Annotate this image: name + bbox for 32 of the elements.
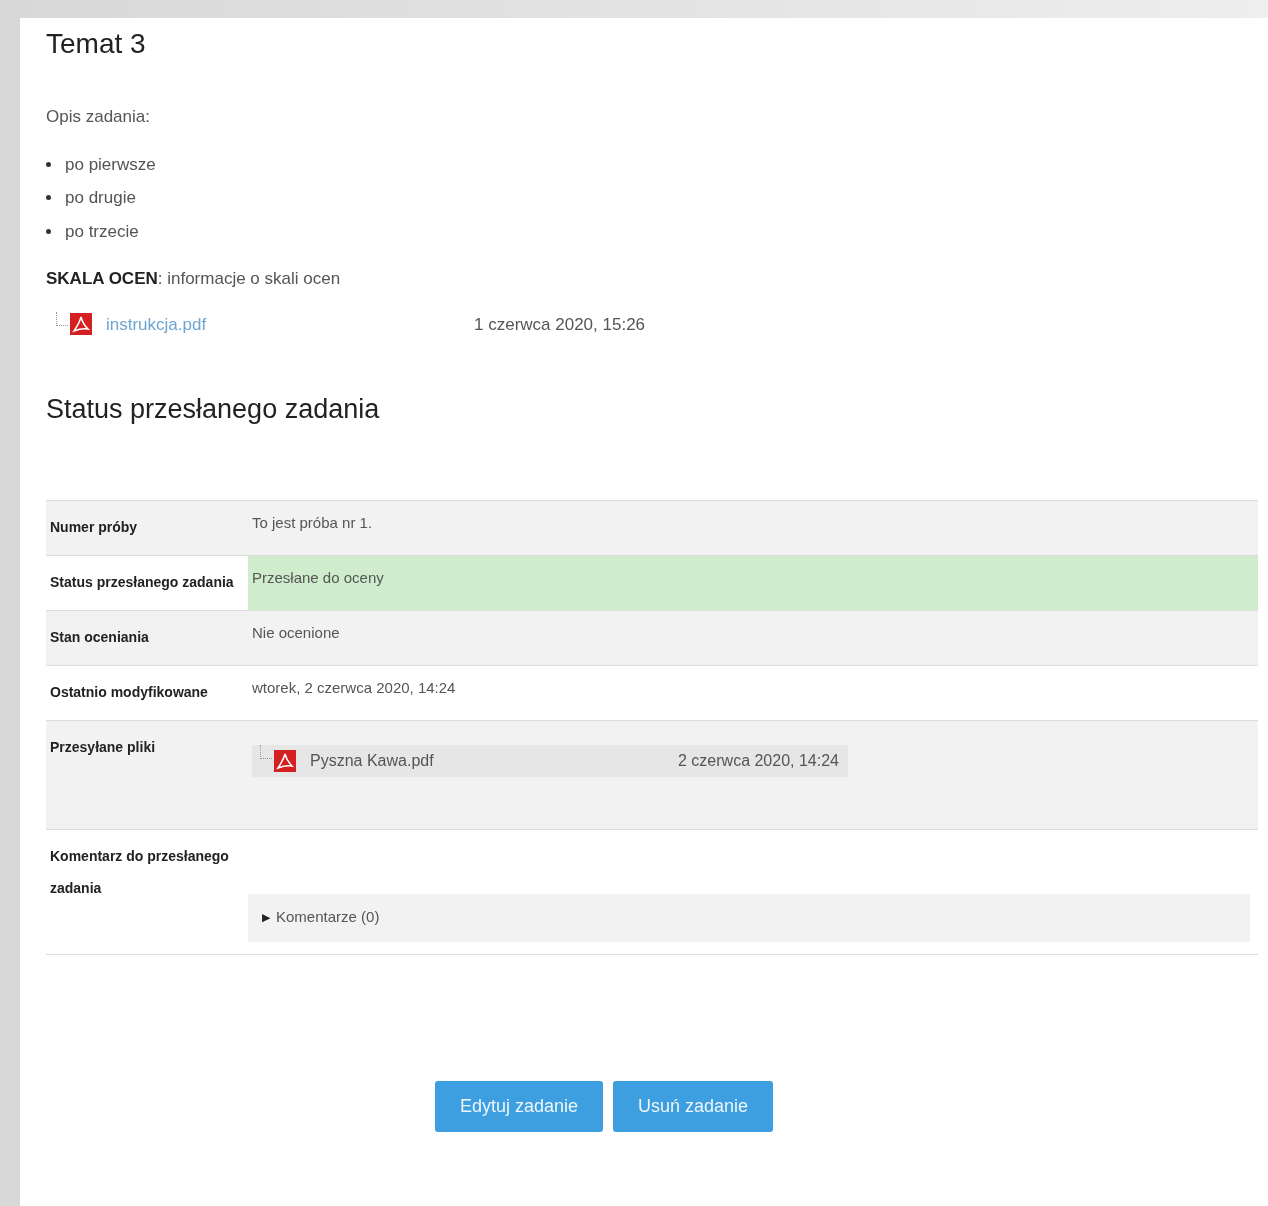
row-value: Nie ocenione bbox=[251, 622, 341, 643]
section-heading: Status przesłanego zadania bbox=[46, 393, 381, 426]
page-title: Temat 3 bbox=[46, 27, 147, 58]
action-button[interactable]: Usuń zadanie bbox=[613, 1080, 774, 1132]
bullet-icon bbox=[46, 228, 51, 234]
file-date: 2 czerwca 2020, 14:24 bbox=[678, 750, 839, 771]
row-label: Numer próby bbox=[49, 517, 139, 537]
file-link[interactable]: instrukcja.pdf bbox=[106, 311, 474, 337]
comments-toggle[interactable]: ▶ Komentarze (0) bbox=[248, 893, 1250, 942]
list-item-text: po pierwsze bbox=[65, 153, 156, 176]
row-label: Stan oceniania bbox=[49, 627, 150, 647]
row-label: Komentarz do przesłanego zadania bbox=[49, 846, 230, 898]
grading-scale-text: SKALA OCEN: informacje o skali ocen bbox=[46, 268, 342, 290]
tree-connector-line bbox=[260, 744, 272, 759]
list-item-text: po drugie bbox=[65, 187, 136, 209]
pdf-file-icon bbox=[274, 749, 296, 772]
tree-connector-line bbox=[56, 311, 68, 326]
row-value: wtorek, 2 czerwca 2020, 14:24 bbox=[251, 677, 457, 698]
pdf-file-icon bbox=[70, 313, 92, 336]
list-item-text: po trzecie bbox=[65, 220, 139, 243]
description-label: Opis zadania: bbox=[46, 106, 151, 128]
row-value: To jest próba nr 1. bbox=[251, 512, 374, 533]
bullet-icon bbox=[46, 195, 51, 201]
action-button[interactable]: Edytuj zadanie bbox=[434, 1080, 603, 1132]
caret-icon: ▶ bbox=[262, 909, 270, 926]
row-label: Ostatnio modyfikowane bbox=[49, 682, 209, 702]
row-label: Status przesłanego zadania bbox=[49, 572, 235, 592]
row-label: Przesyłane pliki bbox=[49, 737, 157, 757]
bullet-icon bbox=[46, 161, 51, 167]
file-date: 1 czerwca 2020, 15:26 bbox=[474, 313, 646, 336]
row-value: Przesłane do oceny bbox=[248, 555, 1258, 610]
file-link[interactable]: Pyszna Kawa.pdf bbox=[310, 748, 678, 773]
